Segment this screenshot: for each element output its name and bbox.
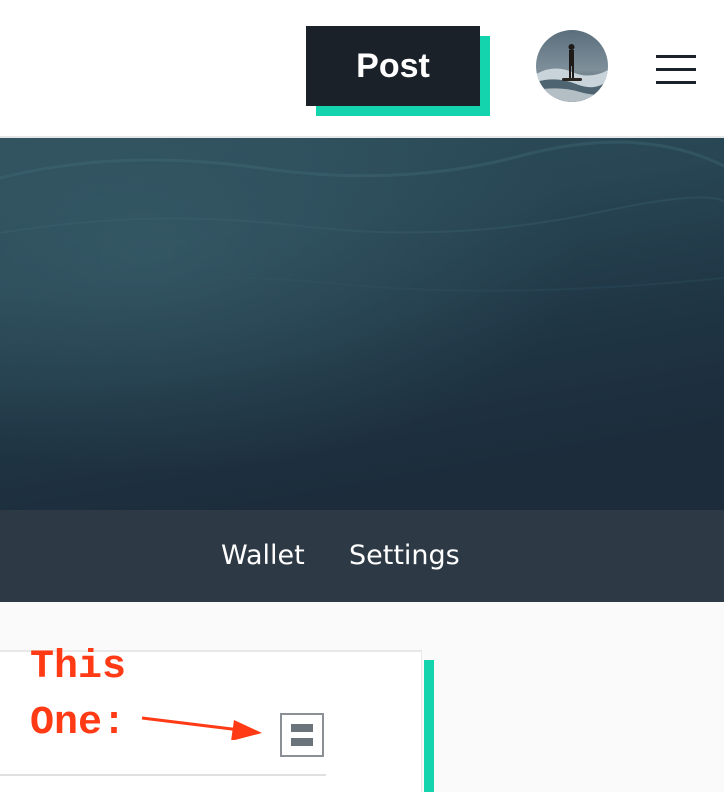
cover-image xyxy=(0,138,724,510)
avatar-photo-icon xyxy=(536,30,608,102)
ocean-cover-image xyxy=(0,138,724,510)
hamburger-menu-icon[interactable] xyxy=(650,48,702,90)
menu-line xyxy=(656,55,696,58)
annotation-line-2: One: xyxy=(30,701,127,746)
site-header: Post xyxy=(0,0,724,138)
profile-subnav: Wallet Settings xyxy=(0,510,724,602)
user-avatar[interactable] xyxy=(536,30,608,102)
annotation-line-1: This xyxy=(30,645,127,690)
card-divider xyxy=(0,774,326,776)
accent-bar xyxy=(424,660,434,792)
annotation-label: This One: xyxy=(30,640,126,752)
arrow-icon xyxy=(141,716,262,740)
post-button[interactable]: Post xyxy=(306,26,480,106)
nav-link-settings[interactable]: Settings xyxy=(349,510,460,602)
content-area: This One: xyxy=(0,602,724,792)
nav-link-wallet[interactable]: Wallet xyxy=(221,510,305,602)
menu-line xyxy=(656,81,696,84)
post-button-wrapper: Post xyxy=(306,26,490,116)
toggle-bar-top xyxy=(291,724,313,732)
toggle-bar-bottom xyxy=(291,738,313,746)
collapse-toggle-icon[interactable] xyxy=(280,713,324,757)
menu-line xyxy=(656,68,696,71)
